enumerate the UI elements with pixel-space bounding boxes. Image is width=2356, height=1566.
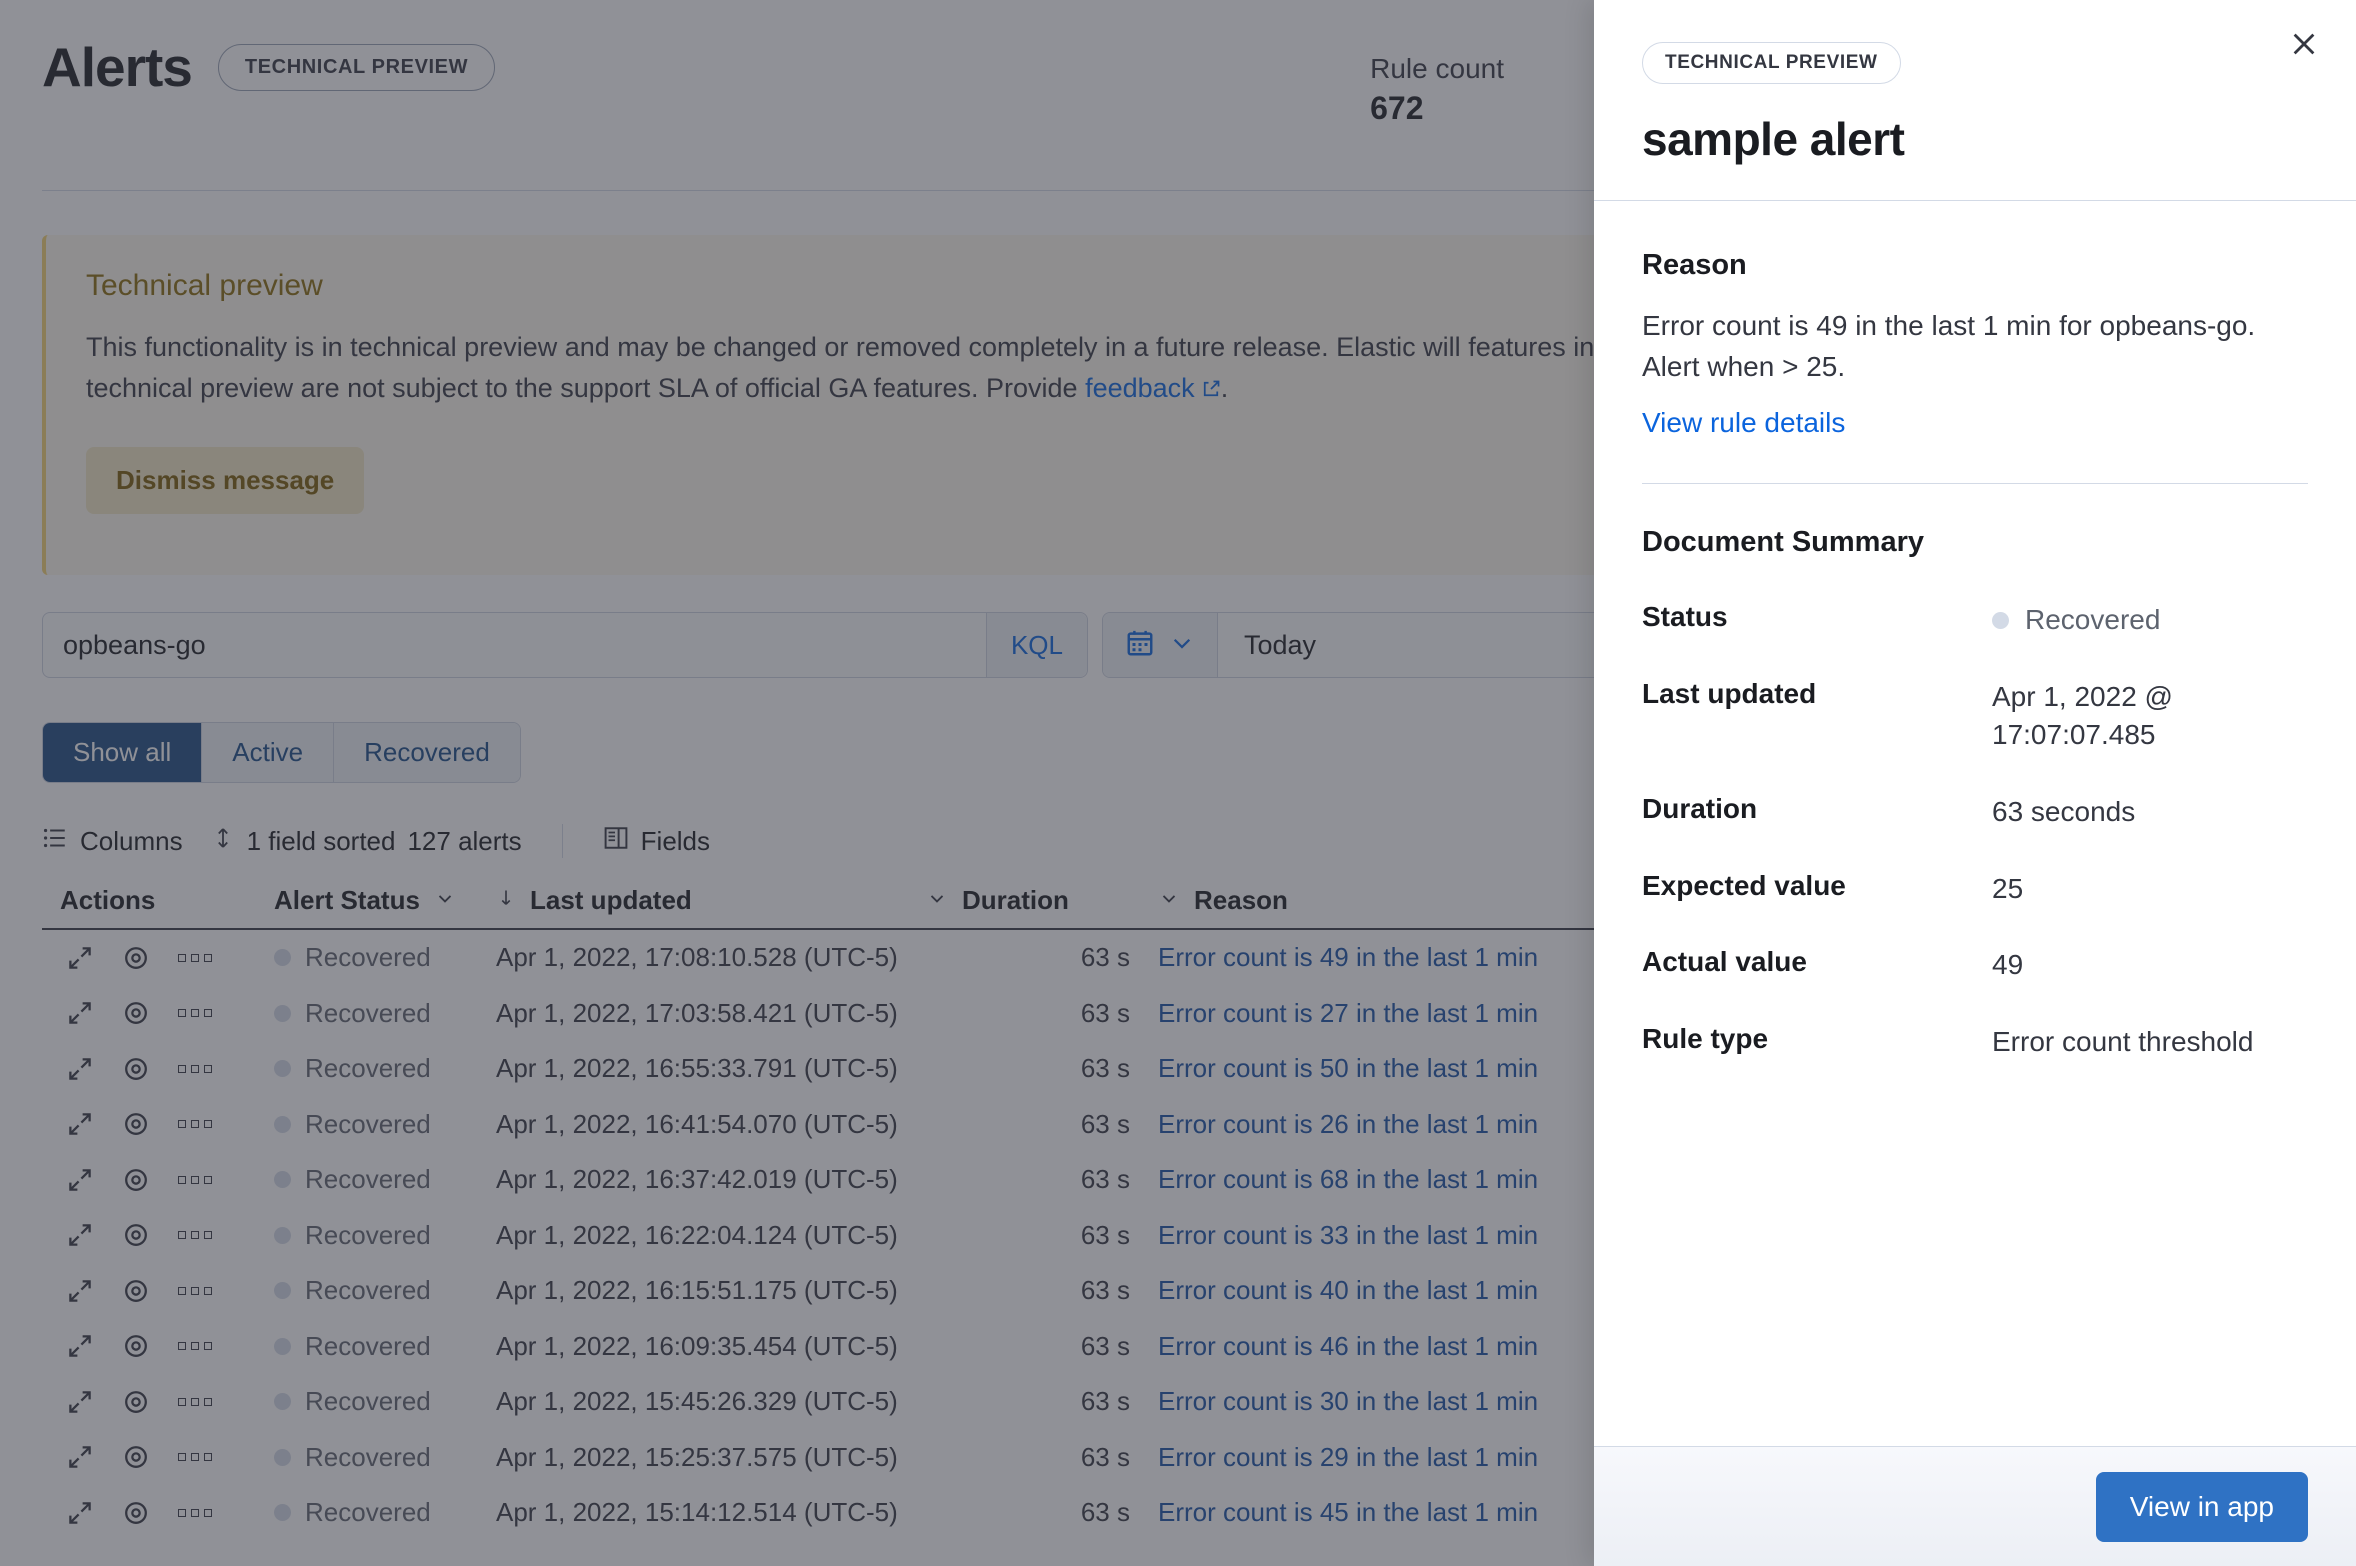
flyout-body: Reason Error count is 49 in the last 1 m… xyxy=(1594,201,2356,1446)
summary-value: 49 xyxy=(1992,949,2024,981)
summary-label: Status xyxy=(1642,601,1728,633)
close-icon[interactable] xyxy=(2282,22,2326,66)
document-summary-heading: Document Summary xyxy=(1642,526,1925,559)
flyout-title: sample alert xyxy=(1642,113,1905,165)
summary-label: Last updated xyxy=(1642,677,1817,709)
summary-label: Expected value xyxy=(1642,869,1846,901)
summary-row: Last updated Apr 1, 2022 @ 17:07:07.485 xyxy=(1642,678,2308,755)
reason-text: Error count is 49 in the last 1 min for … xyxy=(1642,310,2256,382)
summary-value: Error count threshold xyxy=(1992,1025,2254,1057)
flyout-footer: View in app xyxy=(1594,1446,2356,1566)
summary-row: Rule type Error count threshold xyxy=(1642,1023,2308,1062)
app-root: Alerts TECHNICAL PREVIEW Rule count 672 … xyxy=(0,0,2356,1566)
alert-details-flyout: TECHNICAL PREVIEW sample alert Reason Er… xyxy=(1594,0,2356,1566)
summary-label: Actual value xyxy=(1642,946,1807,978)
summary-label: Rule type xyxy=(1642,1022,1769,1054)
summary-value: Apr 1, 2022 @ 17:07:07.485 xyxy=(1992,680,2173,751)
summary-row: Actual value 49 xyxy=(1642,946,2308,985)
summary-value: 25 xyxy=(1992,872,2024,904)
summary-value: Recovered xyxy=(1992,601,2160,640)
view-rule-details-link[interactable]: View rule details xyxy=(1642,407,2308,439)
status-dot-icon xyxy=(1992,612,2009,629)
reason-heading: Reason xyxy=(1642,249,1747,281)
summary-value: 63 seconds xyxy=(1992,796,2136,828)
flyout-header: TECHNICAL PREVIEW sample alert xyxy=(1594,0,2356,201)
summary-row: Status Recovered xyxy=(1642,601,2308,640)
summary-status-label: Recovered xyxy=(2025,604,2161,636)
summary-label: Duration xyxy=(1642,793,1758,825)
flyout-divider xyxy=(1642,483,2308,485)
modal-overlay[interactable] xyxy=(0,0,1594,1566)
view-in-app-button[interactable]: View in app xyxy=(2095,1471,2308,1542)
document-summary-list: Status Recovered Last updated Apr 1, 2022 @… xyxy=(1642,601,2308,1061)
flyout-technical-preview-badge: TECHNICAL PREVIEW xyxy=(1642,42,1901,84)
summary-row: Duration 63 seconds xyxy=(1642,793,2308,832)
summary-row: Expected value 25 xyxy=(1642,870,2308,909)
